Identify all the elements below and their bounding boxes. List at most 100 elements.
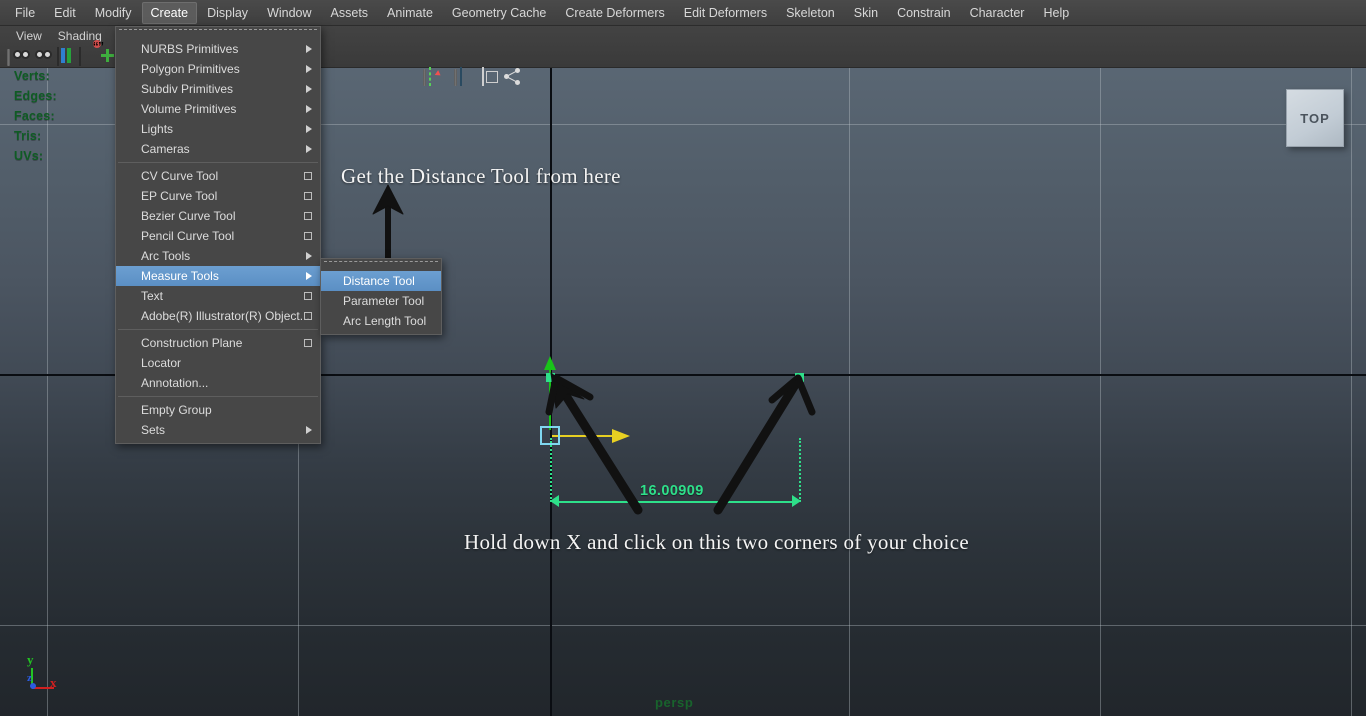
menu-item-label: Distance Tool bbox=[343, 274, 415, 288]
chevron-right-icon bbox=[306, 426, 312, 434]
menu-item-distance-tool[interactable]: Distance Tool bbox=[321, 271, 441, 291]
menu-item-assets[interactable]: Assets bbox=[322, 2, 378, 24]
menu-item-pencil-curve-tool[interactable]: Pencil Curve Tool bbox=[116, 226, 320, 246]
menu-item-label: Empty Group bbox=[141, 403, 212, 417]
menu-item-cameras[interactable]: Cameras bbox=[116, 139, 320, 159]
isolate-select-icon[interactable] bbox=[460, 68, 480, 86]
menu-item-measure-tools[interactable]: Measure Tools bbox=[116, 266, 320, 286]
all-lights-icon[interactable] bbox=[376, 68, 396, 86]
menu-item-animate[interactable]: Animate bbox=[378, 2, 442, 24]
menu-item-text[interactable]: Text bbox=[116, 286, 320, 306]
menu-item-bezier-curve-tool[interactable]: Bezier Curve Tool bbox=[116, 206, 320, 226]
menu-item-adobe-illustrator-object[interactable]: Adobe(R) Illustrator(R) Object... bbox=[116, 306, 320, 326]
menu-item-label: Adobe(R) Illustrator(R) Object... bbox=[141, 309, 310, 323]
menu-item-cv-curve-tool[interactable]: CV Curve Tool bbox=[116, 166, 320, 186]
menu-item-character[interactable]: Character bbox=[961, 2, 1034, 24]
wireframe-on-shaded-icon[interactable] bbox=[482, 68, 502, 86]
menu-item-construction-plane[interactable]: Construction Plane bbox=[116, 333, 320, 353]
smooth-shade-icon[interactable] bbox=[504, 68, 524, 86]
menu-item-skin[interactable]: Skin bbox=[845, 2, 887, 24]
hud-faces: Faces: bbox=[14, 106, 57, 126]
option-box-icon[interactable] bbox=[304, 292, 312, 300]
toolbar-separator bbox=[7, 49, 10, 66]
menu-item-polygon-primitives[interactable]: Polygon Primitives bbox=[116, 59, 320, 79]
camera-icon[interactable] bbox=[13, 48, 33, 66]
scene-lights-icon[interactable] bbox=[398, 68, 418, 86]
annotation-text-top: Get the Distance Tool from here bbox=[341, 164, 621, 189]
menu-item-label: Parameter Tool bbox=[343, 294, 424, 308]
manipulator-x-arrow-icon[interactable] bbox=[612, 429, 630, 443]
distance-value-label: 16.00909 bbox=[640, 483, 704, 499]
chevron-right-icon bbox=[306, 105, 312, 113]
panel-menu-view[interactable]: View bbox=[8, 27, 50, 45]
default-light-icon[interactable] bbox=[354, 68, 374, 86]
option-box-icon[interactable] bbox=[304, 312, 312, 320]
camera-attributes-icon[interactable] bbox=[35, 48, 55, 66]
menu-item-volume-primitives[interactable]: Volume Primitives bbox=[116, 99, 320, 119]
menu-item-edit[interactable]: Edit bbox=[45, 2, 85, 24]
option-box-icon[interactable] bbox=[304, 212, 312, 220]
menu-item-label: EP Curve Tool bbox=[141, 189, 217, 203]
menu-item-label: Arc Length Tool bbox=[343, 314, 426, 328]
menu-item-file[interactable]: File bbox=[6, 2, 44, 24]
menu-item-geometry-cache[interactable]: Geometry Cache bbox=[443, 2, 555, 24]
option-box-icon[interactable] bbox=[304, 232, 312, 240]
menu-item-create[interactable]: Create bbox=[142, 2, 198, 24]
menu-item-help[interactable]: Help bbox=[1034, 2, 1078, 24]
option-box-icon[interactable] bbox=[304, 339, 312, 347]
menu-item-nurbs-primitives[interactable]: NURBS Primitives bbox=[116, 39, 320, 59]
hud-tris: Tris: bbox=[14, 126, 57, 146]
menu-item-arc-tools[interactable]: Arc Tools bbox=[116, 246, 320, 266]
menu-item-edit-deformers[interactable]: Edit Deformers bbox=[675, 2, 776, 24]
menu-item-lights[interactable]: Lights bbox=[116, 119, 320, 139]
grid-line-vertical bbox=[849, 60, 850, 716]
manipulator-x-axis-handle[interactable] bbox=[552, 435, 618, 437]
menu-item-label: Sets bbox=[141, 423, 165, 437]
menu-item-constrain[interactable]: Constrain bbox=[888, 2, 960, 24]
chevron-right-icon bbox=[306, 145, 312, 153]
menu-item-create-deformers[interactable]: Create Deformers bbox=[556, 2, 673, 24]
manipulator-y-arrow-icon[interactable] bbox=[544, 356, 556, 370]
menu-item-display[interactable]: Display bbox=[198, 2, 257, 24]
menu-item-ep-curve-tool[interactable]: EP Curve Tool bbox=[116, 186, 320, 206]
annotation-text-bottom: Hold down X and click on this two corner… bbox=[464, 530, 969, 555]
create-dropdown-menu[interactable]: NURBS Primitives Polygon Primitives Subd… bbox=[115, 26, 321, 444]
menu-item-arc-length-tool[interactable]: Arc Length Tool bbox=[321, 311, 441, 331]
distance-locator-start[interactable] bbox=[546, 373, 555, 382]
chevron-right-icon bbox=[306, 252, 312, 260]
checker-sphere-icon[interactable] bbox=[332, 68, 352, 86]
hud-edges: Edges: bbox=[14, 86, 57, 106]
option-box-icon[interactable] bbox=[304, 192, 312, 200]
view-cube-label: TOP bbox=[1300, 111, 1330, 126]
texture-book-icon[interactable] bbox=[57, 48, 77, 66]
xray-selection-icon[interactable] bbox=[429, 68, 449, 86]
view-cube[interactable]: TOP bbox=[1286, 89, 1344, 147]
menu-separator bbox=[118, 162, 318, 163]
menu-item-modify[interactable]: Modify bbox=[86, 2, 141, 24]
gizmo-label-y: y bbox=[27, 652, 34, 668]
menu-item-skeleton[interactable]: Skeleton bbox=[777, 2, 844, 24]
submenu-tearoff-handle[interactable] bbox=[324, 261, 438, 269]
measure-tools-submenu[interactable]: Distance Tool Parameter Tool Arc Length … bbox=[320, 258, 442, 335]
distance-extension-line-left bbox=[550, 438, 552, 502]
toolbar-separator bbox=[454, 69, 457, 86]
menu-item-label: Volume Primitives bbox=[141, 102, 236, 116]
menu-item-annotation[interactable]: Annotation... bbox=[116, 373, 320, 393]
toolbar-separator bbox=[423, 69, 426, 86]
hud-uvs: UVs: bbox=[14, 146, 57, 166]
menu-item-label: Bezier Curve Tool bbox=[141, 209, 236, 223]
distance-locator-end[interactable] bbox=[795, 373, 804, 382]
gizmo-label-x: x bbox=[50, 675, 57, 691]
menu-tearoff-handle[interactable] bbox=[119, 29, 317, 37]
menu-item-subdiv-primitives[interactable]: Subdiv Primitives bbox=[116, 79, 320, 99]
menu-item-label: Cameras bbox=[141, 142, 190, 156]
menu-item-label: CV Curve Tool bbox=[141, 169, 218, 183]
option-box-icon[interactable] bbox=[304, 172, 312, 180]
menu-item-locator[interactable]: Locator bbox=[116, 353, 320, 373]
menu-item-empty-group[interactable]: Empty Group bbox=[116, 400, 320, 420]
menu-item-sets[interactable]: Sets bbox=[116, 420, 320, 440]
grid-line-vertical bbox=[1351, 60, 1352, 716]
menu-item-window[interactable]: Window bbox=[258, 2, 320, 24]
chevron-right-icon bbox=[306, 125, 312, 133]
menu-item-parameter-tool[interactable]: Parameter Tool bbox=[321, 291, 441, 311]
